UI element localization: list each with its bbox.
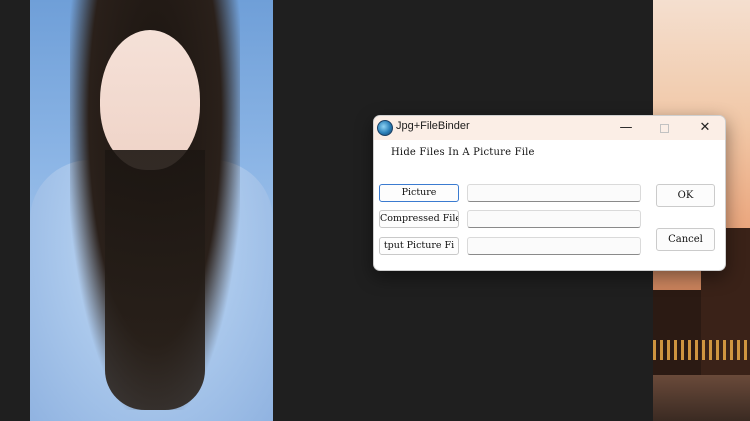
compressed-file-path-input[interactable]: [467, 210, 641, 228]
maximize-icon: [644, 116, 684, 140]
picture-button[interactable]: Picture: [379, 184, 459, 202]
ok-button[interactable]: OK: [656, 184, 715, 207]
photo-water: [653, 375, 750, 421]
close-icon[interactable]: ✕: [685, 116, 725, 140]
background-photo-left: [30, 0, 273, 421]
photo-hair-front: [105, 150, 205, 410]
photo-face: [100, 30, 200, 170]
output-picture-file-button[interactable]: tput Picture Fi: [379, 237, 459, 255]
photo-city-lights: [653, 340, 750, 360]
filebinder-dialog: Jpg+FileBinder — ✕ Hide Files In A Pictu…: [373, 115, 726, 271]
app-icon: [377, 120, 393, 136]
picture-path-input[interactable]: [467, 184, 641, 202]
title-bar[interactable]: Jpg+FileBinder — ✕: [374, 116, 725, 140]
compressed-file-button[interactable]: Compressed File: [379, 210, 459, 228]
output-picture-path-input[interactable]: [467, 237, 641, 255]
cancel-button[interactable]: Cancel: [656, 228, 715, 251]
dialog-heading: Hide Files In A Picture File: [391, 147, 535, 158]
window-title: Jpg+FileBinder: [396, 120, 470, 132]
minimize-icon[interactable]: —: [606, 116, 646, 140]
